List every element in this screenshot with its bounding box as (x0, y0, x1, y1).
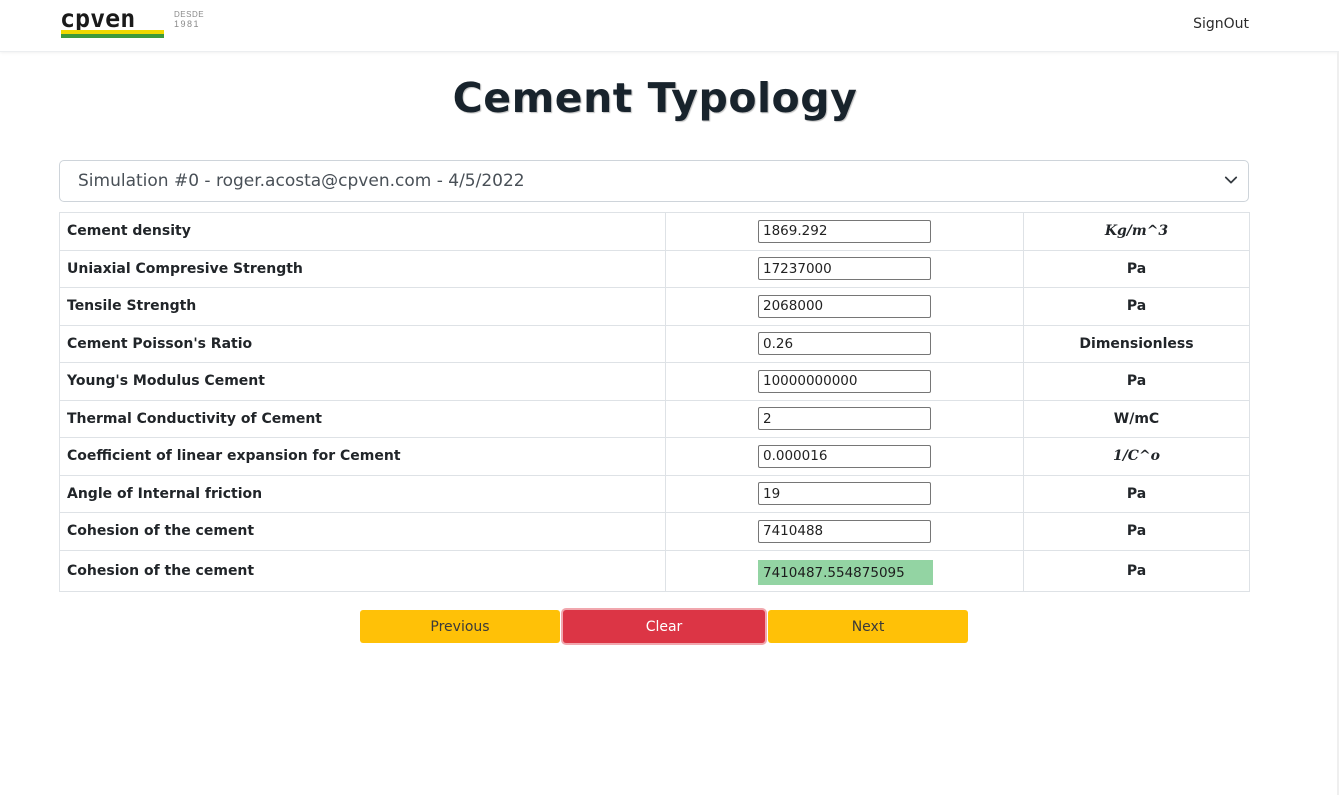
simulation-select-value: Simulation #0 - roger.acosta@cpven.com -… (78, 171, 525, 191)
poisson-ratio-input[interactable] (758, 332, 931, 356)
tensile-strength-input[interactable] (758, 294, 931, 318)
param-unit: Kg/m^3 (1023, 212, 1250, 251)
result-value-cell: 7410487.554875095 (665, 549, 1024, 592)
top-navbar: cpven DESDE 1981 SignOut (0, 0, 1339, 52)
uniaxial-strength-input[interactable] (758, 257, 931, 281)
param-value-cell (665, 437, 1024, 476)
param-value-cell (665, 362, 1024, 401)
param-value-cell (665, 399, 1024, 438)
cement-density-input[interactable] (758, 219, 931, 243)
result-row: Cohesion of the cement 7410487.554875095… (59, 549, 1250, 592)
simulation-select[interactable]: Simulation #0 - roger.acosta@cpven.com -… (59, 160, 1249, 202)
previous-button[interactable]: Previous (360, 610, 560, 643)
param-unit: Pa (1023, 474, 1250, 513)
chevron-down-icon (1224, 176, 1238, 184)
clear-button[interactable]: Clear (563, 610, 765, 643)
internal-friction-input[interactable] (758, 482, 931, 506)
param-value-cell (665, 287, 1024, 326)
param-label: Coefficient of linear expansion for Ceme… (59, 437, 666, 476)
param-unit: 1/C^o (1023, 437, 1250, 476)
cohesion-input[interactable] (758, 519, 931, 543)
table-row: Young's Modulus Cement Pa (59, 362, 1250, 401)
param-value-cell (665, 212, 1024, 251)
cohesion-result-value: 7410487.554875095 (758, 560, 933, 585)
page-title: Cement Typology (452, 74, 858, 122)
param-unit: Pa (1023, 512, 1250, 551)
youngs-modulus-input[interactable] (758, 369, 931, 393)
param-unit: Dimensionless (1023, 324, 1250, 363)
table-row: Cohesion of the cement Pa (59, 512, 1250, 551)
cpven-logo[interactable]: cpven DESDE 1981 (60, 4, 204, 39)
param-label: Young's Modulus Cement (59, 362, 666, 401)
table-row: Cement density Kg/m^3 (59, 212, 1250, 251)
table-row: Angle of Internal friction Pa (59, 474, 1250, 513)
param-label: Angle of Internal friction (59, 474, 666, 513)
param-value-cell (665, 324, 1024, 363)
param-label: Tensile Strength (59, 287, 666, 326)
param-unit: Pa (1023, 287, 1250, 326)
parameters-table: Cement density Kg/m^3 Uniaxial Compresiv… (59, 212, 1250, 592)
table-row: Tensile Strength Pa (59, 287, 1250, 326)
linear-expansion-input[interactable] (758, 444, 931, 468)
result-unit: Pa (1023, 549, 1250, 592)
next-button[interactable]: Next (768, 610, 968, 643)
param-label: Uniaxial Compresive Strength (59, 249, 666, 288)
result-label: Cohesion of the cement (59, 549, 666, 592)
param-value-cell (665, 512, 1024, 551)
param-unit: W/mC (1023, 399, 1250, 438)
param-value-cell (665, 249, 1024, 288)
logo-desde-text: DESDE (174, 10, 205, 19)
thermal-conductivity-input[interactable] (758, 407, 931, 431)
table-row: Thermal Conductivity of Cement W/mC (59, 399, 1250, 438)
param-value-cell (665, 474, 1024, 513)
param-label: Cohesion of the cement (59, 512, 666, 551)
signout-link[interactable]: SignOut (1193, 16, 1249, 32)
logo-year-text: 1981 (174, 19, 201, 29)
table-row: Uniaxial Compresive Strength Pa (59, 249, 1250, 288)
param-unit: Pa (1023, 362, 1250, 401)
param-label: Thermal Conductivity of Cement (59, 399, 666, 438)
logo-wordmark: cpven (60, 4, 136, 33)
param-label: Cement density (59, 212, 666, 251)
param-unit: Pa (1023, 249, 1250, 288)
table-row: Coefficient of linear expansion for Ceme… (59, 437, 1250, 476)
table-row: Cement Poisson's Ratio Dimensionless (59, 324, 1250, 363)
param-label: Cement Poisson's Ratio (59, 324, 666, 363)
logo-green-stripe (61, 34, 164, 38)
